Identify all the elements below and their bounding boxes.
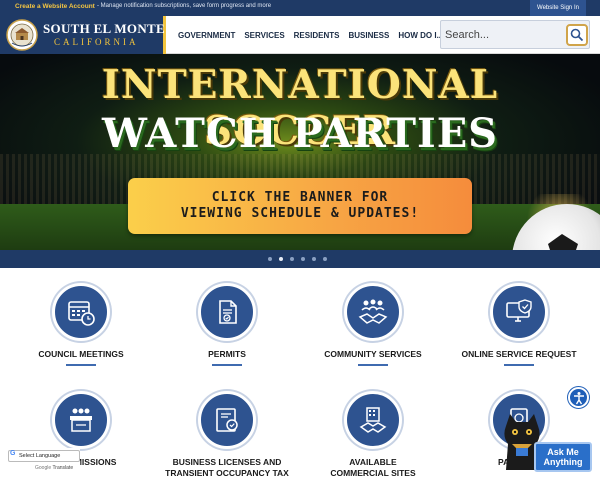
- ask-line1: Ask Me: [547, 447, 579, 457]
- slider-dot[interactable]: [323, 257, 327, 261]
- tile-underline: [66, 364, 96, 366]
- accessibility-button[interactable]: [568, 387, 589, 408]
- google-label: Google: [35, 465, 52, 471]
- nav-item-government[interactable]: GOVERNMENT: [178, 31, 235, 40]
- slider-dot[interactable]: [301, 257, 305, 261]
- website-sign-in-button[interactable]: Website Sign In: [530, 0, 586, 16]
- building-handshake-icon: [344, 391, 402, 449]
- slider-dot-active[interactable]: [279, 257, 283, 261]
- nav-item-residents[interactable]: RESIDENTS: [294, 31, 340, 40]
- search-input[interactable]: [445, 25, 563, 45]
- tile-available-commercial-sites[interactable]: AVAILABLE COMMERCIAL SITES: [308, 391, 438, 480]
- handshake-people-icon: [344, 283, 402, 341]
- main-nav: GOVERNMENT SERVICES RESIDENTS BUSINESS H…: [172, 16, 452, 54]
- create-account-link[interactable]: Create a Website Account: [15, 3, 95, 10]
- nav-item-services[interactable]: SERVICES: [244, 31, 284, 40]
- page: Create a Website Account - Manage notifi…: [0, 0, 600, 480]
- slider-dot[interactable]: [268, 257, 272, 261]
- hero-banner[interactable]: INTERNATIONAL SOCCER WATCH PARTIES CLICK…: [0, 54, 600, 250]
- slider-controls: [0, 250, 600, 268]
- tile-label: COMMUNITY SERVICES: [324, 349, 422, 359]
- tile-community-services[interactable]: COMMUNITY SERVICES: [308, 283, 438, 373]
- cta-line2: VIEWING SCHEDULE & UPDATES!: [180, 206, 420, 221]
- slider-dots: [268, 257, 334, 261]
- soccer-ball-icon: [512, 204, 600, 250]
- powered-by-translate[interactable]: Google Translate: [35, 465, 73, 471]
- tile-underline: [212, 364, 242, 366]
- search-box: [440, 20, 590, 49]
- search-button[interactable]: [566, 24, 588, 46]
- tile-label: PERMITS: [208, 349, 246, 359]
- tile-label-line2: COMMERCIAL SITES: [330, 468, 416, 478]
- logo-subtitle: CALIFORNIA: [54, 37, 139, 47]
- site-logo[interactable]: SOUTH EL MONTE CALIFORNIA: [0, 16, 166, 54]
- cta-line1: CLICK THE BANNER FOR: [211, 190, 389, 205]
- tile-underline: [358, 364, 388, 366]
- google-translate-widget: Select Language G Google Translate: [8, 448, 80, 474]
- tile-label: COUNCIL MEETINGS: [38, 349, 124, 359]
- computer-check-icon: [490, 283, 548, 341]
- license-certificate-icon: [198, 391, 256, 449]
- tile-label: ONLINE SERVICE REQUEST: [461, 349, 577, 359]
- tile-business-licenses[interactable]: BUSINESS LICENSES AND TRANSIENT OCCUPANC…: [162, 391, 292, 480]
- nav-item-business[interactable]: BUSINESS: [348, 31, 389, 40]
- search-icon: [570, 28, 584, 42]
- utility-bar: Create a Website Account - Manage notifi…: [0, 0, 600, 16]
- document-check-icon: [198, 283, 256, 341]
- accessibility-icon: [573, 391, 584, 404]
- tile-underline: [504, 364, 534, 366]
- create-account-description: - Manage notification subscriptions, sav…: [97, 3, 272, 9]
- city-seal-icon: [6, 19, 38, 51]
- ask-me-anything-chatbot[interactable]: Ask Me Anything: [498, 412, 594, 474]
- calendar-clock-icon: [52, 283, 110, 341]
- banner-cta-button[interactable]: CLICK THE BANNER FOR VIEWING SCHEDULE & …: [128, 178, 472, 234]
- ask-line2: Anything: [543, 457, 583, 467]
- tile-label-line1: BUSINESS LICENSES AND: [172, 457, 282, 467]
- meeting-podium-icon: [52, 391, 110, 449]
- banner-title-line2: WATCH PARTIES: [101, 110, 499, 157]
- translate-label: Translate: [52, 465, 74, 471]
- google-g-icon: G: [10, 450, 16, 457]
- language-select-label: Select Language: [19, 453, 61, 459]
- tile-label-line1: AVAILABLE: [349, 457, 397, 467]
- slider-dot[interactable]: [290, 257, 294, 261]
- ask-bubble[interactable]: Ask Me Anything: [534, 442, 592, 472]
- tile-permits[interactable]: PERMITS: [162, 283, 292, 373]
- tile-online-service-request[interactable]: ONLINE SERVICE REQUEST: [454, 283, 584, 373]
- logo-title: SOUTH EL MONTE: [43, 21, 165, 36]
- language-select[interactable]: Select Language: [8, 450, 80, 462]
- tile-label-line2: TRANSIENT OCCUPANCY TAX: [165, 468, 289, 478]
- slider-dot[interactable]: [312, 257, 316, 261]
- nav-item-how-do-i[interactable]: HOW DO I...: [398, 31, 443, 40]
- tile-council-meetings[interactable]: COUNCIL MEETINGS: [16, 283, 146, 373]
- site-header: SOUTH EL MONTE CALIFORNIA GOVERNMENT SER…: [0, 16, 600, 54]
